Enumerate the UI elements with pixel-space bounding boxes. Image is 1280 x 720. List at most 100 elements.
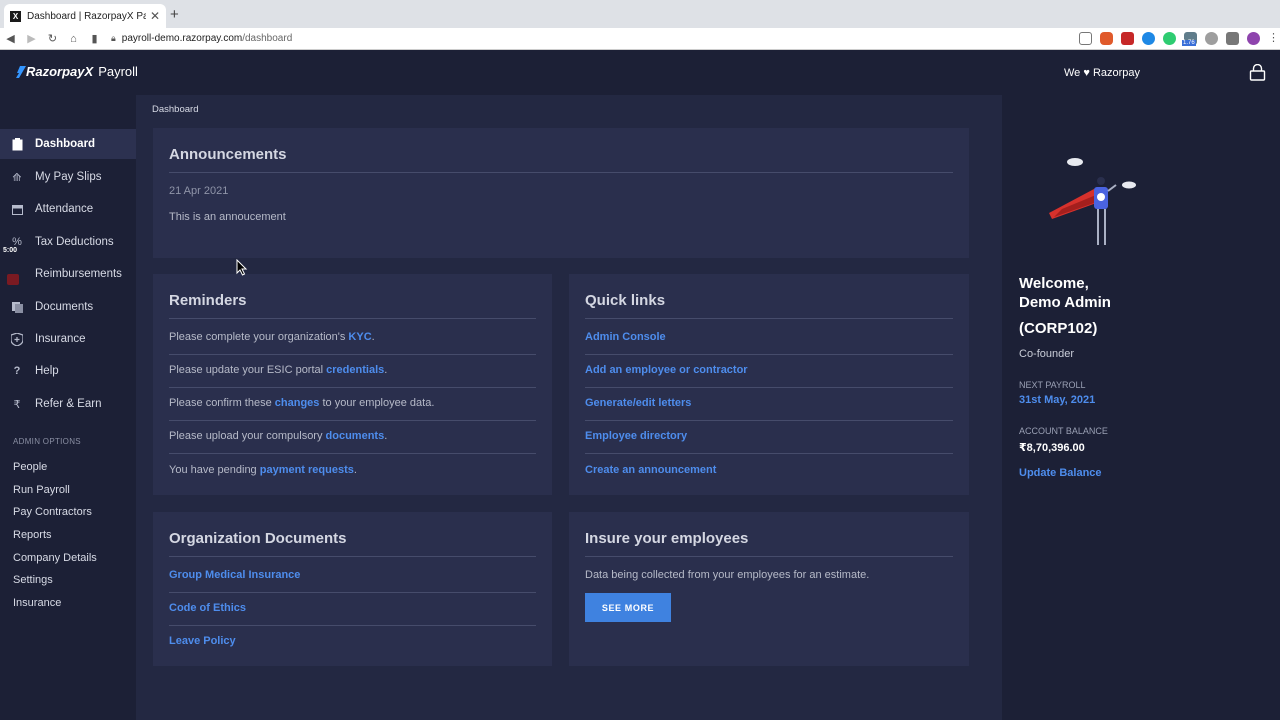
org-documents-card: Organization Documents Group Medical Ins…	[153, 512, 552, 666]
mouse-cursor-icon	[236, 259, 248, 276]
user-name: Demo Admin	[1019, 294, 1111, 311]
reminder-text: to your employee data.	[319, 397, 435, 409]
welcome-line: Welcome,	[1019, 275, 1089, 292]
sidebar-item-pay-slips[interactable]: ⟰ My Pay Slips	[0, 162, 136, 192]
menu-icon[interactable]: ⋮	[1268, 32, 1279, 45]
admin-link-company-details[interactable]: Company Details	[13, 552, 97, 564]
sidebar-item-reimbursements[interactable]: Reimbursements	[0, 259, 136, 289]
sidebar-item-attendance[interactable]: Attendance	[0, 194, 136, 224]
changes-link[interactable]: changes	[275, 397, 320, 409]
extension-chrome-icon[interactable]	[1142, 32, 1155, 45]
sidebar: Dashboard ⟰ My Pay Slips Attendance % Ta…	[0, 95, 136, 720]
kyc-link[interactable]: KYC	[348, 331, 371, 343]
divider	[169, 625, 536, 626]
superhero-illustration	[1049, 158, 1136, 245]
profile-panel: Welcome, Demo Admin (CORP102) Co-founder…	[1002, 95, 1280, 720]
divider	[585, 387, 953, 388]
code-of-ethics-link[interactable]: Code of Ethics	[169, 602, 246, 614]
recording-icon[interactable]	[7, 274, 19, 285]
logout-lock-icon[interactable]	[1249, 64, 1266, 81]
account-balance-value: ₹8,70,396.00	[1019, 442, 1085, 454]
org-documents-title: Organization Documents	[169, 530, 347, 547]
sidebar-item-label: My Pay Slips	[35, 171, 102, 183]
share-icon[interactable]	[1079, 32, 1092, 45]
divider	[585, 453, 953, 454]
next-payroll-date[interactable]: 31st May, 2021	[1019, 394, 1095, 406]
tagline-brand: Razorpay	[1092, 67, 1141, 79]
admin-link-reports[interactable]: Reports	[13, 529, 52, 541]
timer-badge: 5:00	[3, 247, 18, 254]
generate-letters-link[interactable]: Generate/edit letters	[585, 397, 691, 409]
admin-link-pay-contractors[interactable]: Pay Contractors	[13, 506, 92, 518]
add-employee-link[interactable]: Add an employee or contractor	[585, 364, 748, 376]
reminder-text: .	[353, 464, 357, 476]
sidebar-item-documents[interactable]: Documents	[0, 292, 136, 322]
announcement-date: 21 Apr 2021	[169, 185, 229, 197]
home-icon[interactable]: ⌂	[63, 33, 84, 45]
payslip-icon: ⟰	[12, 171, 22, 184]
documents-link[interactable]: documents	[326, 430, 385, 442]
sidebar-item-label: Dashboard	[35, 138, 96, 150]
question-icon: ?	[13, 365, 21, 377]
sidebar-item-help[interactable]: ? Help	[0, 356, 136, 386]
bookmark-icon[interactable]: ▮	[84, 32, 105, 45]
extension-gray-icon[interactable]	[1205, 32, 1218, 45]
extension-red-icon[interactable]	[1121, 32, 1134, 45]
sidebar-item-insurance[interactable]: Insurance	[0, 324, 136, 354]
admin-link-insurance[interactable]: Insurance	[13, 597, 61, 609]
reminder-text: .	[371, 331, 375, 343]
sidebar-item-label: Tax Deductions	[35, 236, 114, 248]
divider	[585, 556, 953, 557]
extension-green-icon[interactable]	[1163, 32, 1176, 45]
profile-avatar-icon[interactable]	[1247, 32, 1260, 45]
employee-directory-link[interactable]: Employee directory	[585, 430, 687, 442]
group-medical-insurance-link[interactable]: Group Medical Insurance	[169, 569, 300, 581]
admin-console-link[interactable]: Admin Console	[585, 331, 666, 343]
divider	[169, 592, 536, 593]
brave-shield-icon[interactable]	[1100, 32, 1113, 45]
see-more-button[interactable]: SEE MORE	[585, 593, 671, 622]
calendar-icon	[10, 202, 24, 216]
new-tab-icon[interactable]: +	[170, 6, 179, 23]
divider	[169, 172, 953, 173]
reload-icon[interactable]: ↻	[42, 32, 63, 45]
main-content: Dashboard Announcements 21 Apr 2021 This…	[136, 95, 1002, 720]
admin-link-settings[interactable]: Settings	[13, 574, 53, 586]
insure-text: Data being collected from your employees…	[585, 569, 870, 581]
reminder-text: .	[384, 430, 388, 442]
divider	[585, 420, 953, 421]
reminder-item: You have pending payment requests.	[169, 464, 357, 476]
browser-tab[interactable]: X Dashboard | RazorpayX Payroll ✕	[4, 4, 166, 28]
razorpayx-logo[interactable]: RazorpayX Payroll	[16, 64, 138, 79]
admin-link-people[interactable]: People	[13, 461, 47, 473]
address-bar: ◀ ▶ ↻ ⌂ ▮ 🔒︎ payroll-demo.razorpay.com/d…	[0, 28, 1280, 50]
favicon-icon: X	[10, 10, 21, 22]
reminders-title: Reminders	[169, 292, 247, 309]
credentials-link[interactable]: credentials	[326, 364, 384, 376]
back-icon[interactable]: ◀	[0, 32, 21, 45]
forward-icon[interactable]: ▶	[21, 32, 42, 45]
sidebar-item-refer-earn[interactable]: ₹ Refer & Earn	[0, 389, 136, 419]
update-balance-link[interactable]: Update Balance	[1019, 467, 1102, 479]
url-field[interactable]: 🔒︎ payroll-demo.razorpay.com/dashboard	[111, 33, 292, 44]
breadcrumb[interactable]: Dashboard	[152, 104, 198, 115]
quick-links-title: Quick links	[585, 292, 666, 309]
announcements-title: Announcements	[169, 146, 287, 163]
sidebar-item-dashboard[interactable]: Dashboard	[0, 129, 136, 159]
admin-link-run-payroll[interactable]: Run Payroll	[13, 484, 70, 496]
divider	[585, 354, 953, 355]
heart-icon: ♥	[1083, 67, 1090, 79]
sidebar-item-label: Documents	[35, 301, 94, 313]
create-announcement-link[interactable]: Create an announcement	[585, 464, 716, 476]
browser-tab-bar: X Dashboard | RazorpayX Payroll ✕ +	[0, 0, 1280, 28]
leave-policy-link[interactable]: Leave Policy	[169, 635, 236, 647]
lock-icon: 🔒︎	[111, 33, 116, 43]
announcement-text: This is an annoucement	[169, 211, 286, 223]
close-tab-icon[interactable]: ✕	[150, 9, 160, 23]
sidebar-item-tax-deductions[interactable]: % Tax Deductions	[0, 227, 136, 257]
payment-requests-link[interactable]: payment requests	[260, 464, 354, 476]
extension-badge-icon[interactable]: 1.76	[1182, 32, 1197, 46]
puzzle-icon[interactable]	[1226, 32, 1239, 45]
divider	[585, 318, 953, 319]
next-payroll-label: NEXT PAYROLL	[1019, 380, 1086, 390]
